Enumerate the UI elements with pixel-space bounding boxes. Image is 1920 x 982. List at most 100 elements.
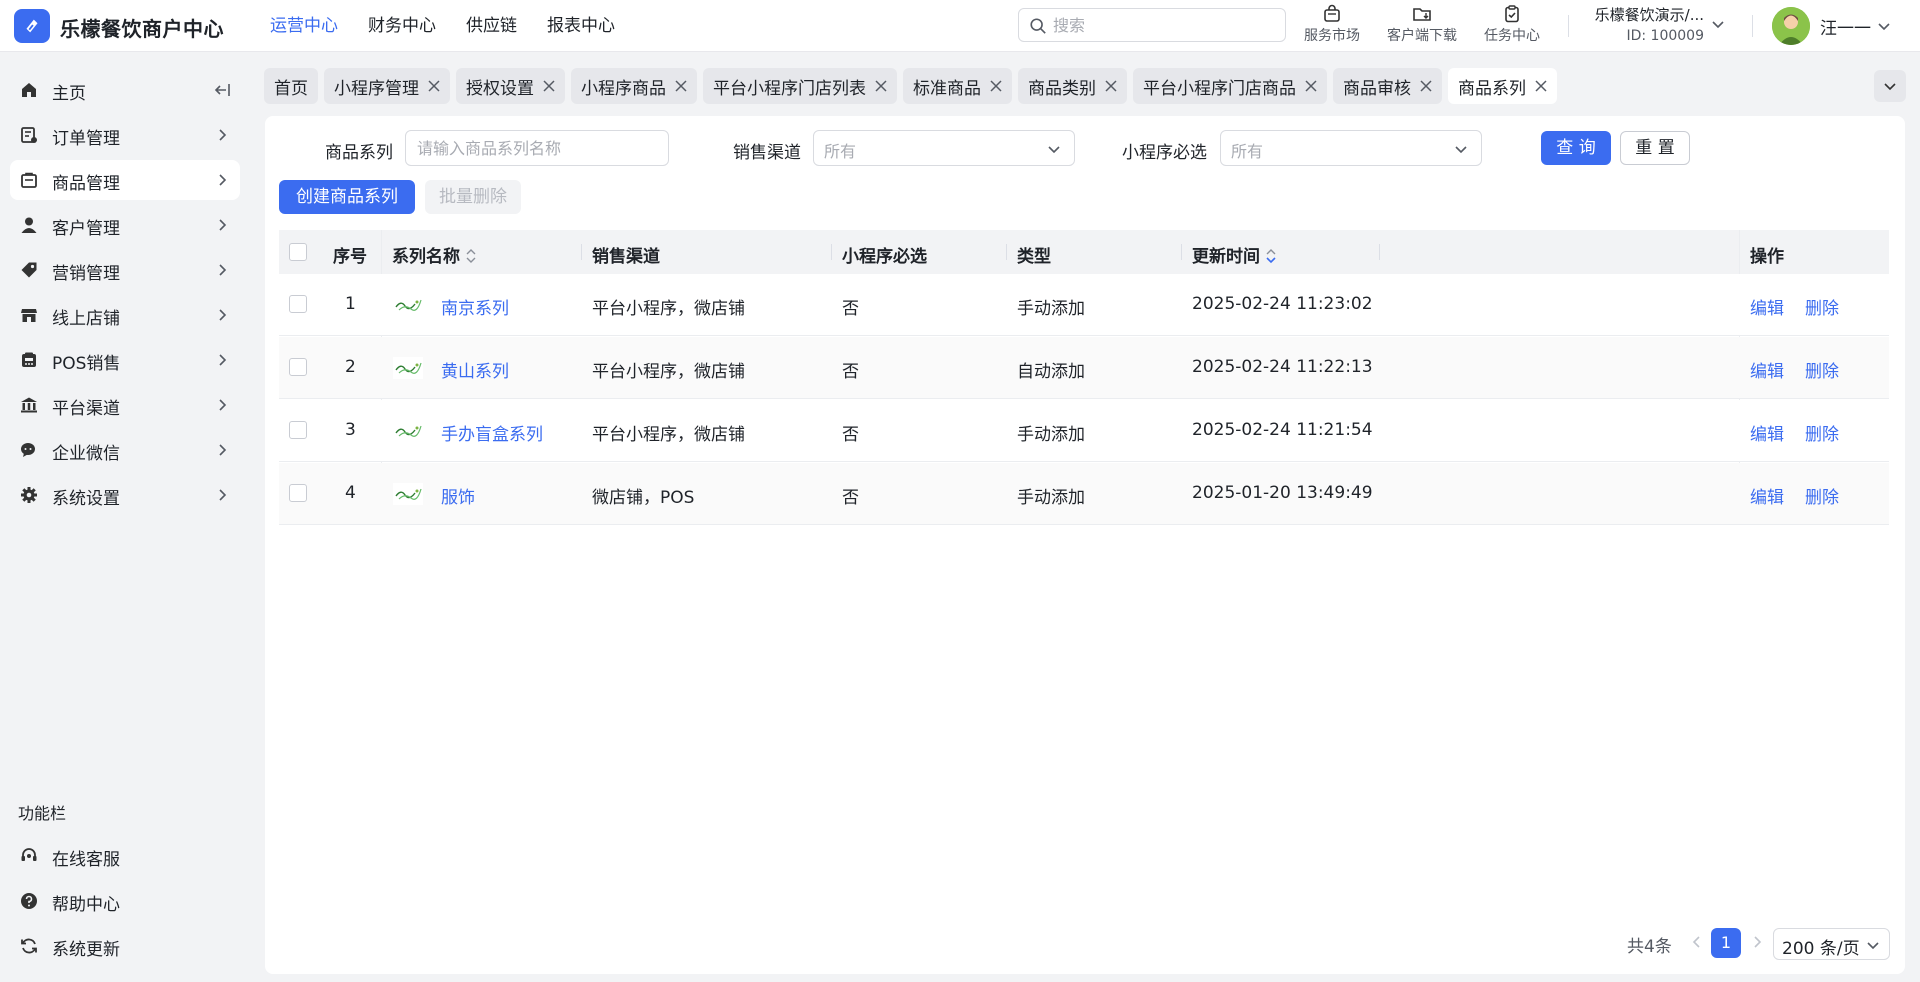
delete-link[interactable]: 删除 [1805,294,1839,319]
row-checkbox[interactable] [289,358,307,376]
nav-operations-center[interactable]: 运营中心 [270,0,338,52]
edit-link[interactable]: 编辑 [1750,483,1784,508]
sidebar-item-help-center[interactable]: 帮助中心 [10,881,240,921]
chevron-right-icon [219,489,227,501]
edit-link[interactable]: 编辑 [1750,357,1784,382]
column-divider [1181,244,1182,260]
row-channel: 平台小程序，微店铺 [592,425,745,445]
delete-link[interactable]: 删除 [1805,483,1839,508]
sidebar-item-customers[interactable]: 客户管理 [10,205,240,245]
sidebar-item-label: 线上店铺 [52,309,120,329]
search-input[interactable] [1053,9,1273,41]
row-type: 手动添加 [1017,299,1085,319]
sidebar-item-home[interactable]: 主页 [10,70,240,110]
sidebar-item-platform-channels[interactable]: 平台渠道 [10,385,240,425]
sidebar-item-pos-sales[interactable]: POS销售 [10,340,240,380]
client-download-button[interactable]: 客户端下载 [1382,4,1462,48]
sidebar-item-system-settings[interactable]: 系统设置 [10,475,240,515]
tabs-more-button[interactable] [1874,70,1906,102]
nav-finance-center[interactable]: 财务中心 [368,0,436,52]
series-name-input[interactable] [406,131,668,165]
tab-product-categories[interactable]: 商品类别 [1018,68,1127,104]
sidebar-item-products[interactable]: 商品管理 [10,160,240,200]
sidebar-item-label: 系统设置 [52,489,120,509]
sidebar-item-online-store[interactable]: 线上店铺 [10,295,240,335]
next-page-icon[interactable] [1749,932,1765,952]
tab-platform-store-products[interactable]: 平台小程序门店商品 [1133,68,1327,104]
row-checkbox[interactable] [289,484,307,502]
series-name-link[interactable]: 手办盲盒系列 [441,420,543,445]
refresh-icon [21,938,37,954]
prev-page-icon[interactable] [1689,932,1705,952]
global-search[interactable] [1018,8,1286,42]
close-icon[interactable] [1105,80,1117,92]
task-center-button[interactable]: 任务中心 [1480,4,1544,48]
channel-select[interactable]: 所有 [813,130,1075,166]
user-icon [21,217,37,233]
user-name[interactable]: 汪一一 [1820,14,1871,39]
query-button[interactable]: 查 询 [1541,131,1611,165]
sort-icon[interactable] [1266,248,1276,264]
row-checkbox[interactable] [289,295,307,313]
tab-mini-program-products[interactable]: 小程序商品 [571,68,697,104]
shop-switcher[interactable]: 乐檬餐饮演示/... ID: 100009 [1586,4,1726,48]
series-name-link[interactable]: 黄山系列 [441,357,509,382]
column-divider [1006,244,1007,260]
column-updated-time[interactable]: 更新时间 [1192,242,1276,267]
tab-authorization-settings[interactable]: 授权设置 [456,68,565,104]
sort-icon[interactable] [466,248,476,264]
chevron-down-icon[interactable] [1876,18,1892,34]
tab-label: 小程序商品 [581,78,666,99]
close-icon[interactable] [1305,80,1317,92]
row-index: 3 [345,420,356,440]
reset-button[interactable]: 重 置 [1620,131,1690,165]
sidebar-item-orders[interactable]: 订单管理 [10,115,240,155]
current-page-button[interactable]: 1 [1711,928,1741,958]
sidebar-item-enterprise-wechat[interactable]: 企业微信 [10,430,240,470]
delete-link[interactable]: 删除 [1805,357,1839,382]
delete-link[interactable]: 删除 [1805,420,1839,445]
tab-platform-store-list[interactable]: 平台小程序门店列表 [703,68,897,104]
edit-link[interactable]: 编辑 [1750,420,1784,445]
column-series-name[interactable]: 系列名称 [392,242,476,267]
app-logo-icon[interactable] [14,9,50,43]
nav-report-center[interactable]: 报表中心 [547,0,615,52]
required-select[interactable]: 所有 [1220,130,1482,166]
column-index: 序号 [333,247,367,267]
tab-home[interactable]: 首页 [264,68,318,104]
sidebar-item-marketing[interactable]: 营销管理 [10,250,240,290]
tab-mini-program-management[interactable]: 小程序管理 [324,68,450,104]
nav-supply-chain[interactable]: 供应链 [466,0,517,52]
close-icon[interactable] [543,80,555,92]
series-name-link[interactable]: 服饰 [441,483,475,508]
tab-standard-products[interactable]: 标准商品 [903,68,1012,104]
app-brand-title: 乐檬餐饮商户中心 [60,17,224,41]
tab-product-series[interactable]: 商品系列 [1448,68,1557,104]
page-size-select[interactable]: 200 条/页 [1773,928,1890,960]
service-market-button[interactable]: 服务市场 [1300,4,1364,48]
user-avatar[interactable] [1772,7,1810,45]
close-icon[interactable] [675,80,687,92]
batch-delete-button[interactable]: 批量删除 [425,180,521,214]
close-icon[interactable] [1420,80,1432,92]
sidebar-item-label: 客户管理 [52,219,120,239]
create-series-button[interactable]: 创建商品系列 [279,180,415,214]
row-updated-time: 2025-02-24 11:21:54 [1192,420,1373,440]
sidebar-item-system-update[interactable]: 系统更新 [10,926,240,966]
series-name-link[interactable]: 南京系列 [441,294,509,319]
sidebar-item-online-support[interactable]: 在线客服 [10,836,240,876]
service-market-label: 服务市场 [1304,28,1360,44]
sidebar-item-label: 在线客服 [52,850,120,870]
close-icon[interactable] [990,80,1002,92]
close-icon[interactable] [875,80,887,92]
row-checkbox[interactable] [289,421,307,439]
close-icon[interactable] [428,80,440,92]
series-thumbnail [393,357,423,379]
series-filter-field[interactable] [405,130,669,166]
tab-product-review[interactable]: 商品审核 [1333,68,1442,104]
sidebar-item-label: 帮助中心 [52,895,120,915]
close-icon[interactable] [1535,80,1547,92]
column-series-name-label: 系列名称 [392,247,460,267]
edit-link[interactable]: 编辑 [1750,294,1784,319]
select-all-checkbox[interactable] [289,243,307,261]
